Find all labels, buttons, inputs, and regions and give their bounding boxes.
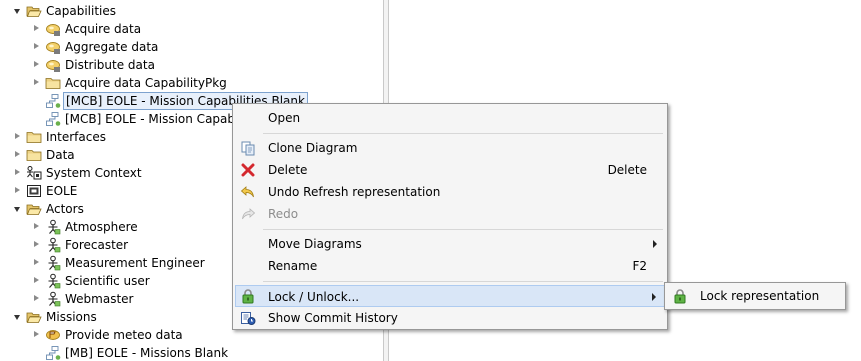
folder-open-icon [26, 204, 42, 215]
redo-icon [242, 208, 256, 220]
system-context-icon [26, 166, 42, 180]
tree-item-label: Data [46, 148, 75, 162]
submenu-arrow-icon [652, 293, 656, 301]
diagram-icon [46, 112, 61, 127]
tree-item-label: Acquire data CapabilityPkg [65, 76, 227, 90]
expand-toggle[interactable] [14, 9, 20, 14]
actor-icon [47, 291, 61, 307]
clone-icon [241, 141, 255, 156]
menu-item-move-diagrams[interactable]: Move Diagrams [235, 233, 665, 255]
folder-icon [45, 78, 61, 89]
tree-item-label: [MB] EOLE - Missions Blank [65, 346, 229, 360]
tree-item-label: Provide meteo data [65, 328, 183, 342]
capability-icon [46, 42, 61, 55]
menu-item-label: Undo Refresh representation [268, 185, 441, 199]
diagram-icon [46, 94, 61, 109]
tree-item-label: Interfaces [46, 130, 106, 144]
tree-item-label: Forecaster [65, 238, 129, 252]
tree-item-label: Actors [46, 202, 84, 216]
expand-toggle[interactable] [14, 207, 20, 212]
lock-icon [242, 289, 254, 304]
expand-toggle[interactable] [34, 43, 39, 49]
expand-toggle[interactable] [34, 277, 39, 283]
expand-toggle[interactable] [15, 187, 20, 193]
tree-item-label: Scientific user [65, 274, 150, 288]
expand-toggle[interactable] [14, 315, 20, 320]
menu-separator [263, 133, 663, 134]
menu-item-label: Delete [268, 163, 308, 177]
expand-toggle[interactable] [34, 79, 39, 85]
diagram-icon [46, 346, 61, 361]
menu-item-accelerator: Delete [607, 163, 647, 177]
tree-item-label: Distribute data [65, 58, 155, 72]
menu-item-undo-refresh-representation[interactable]: Undo Refresh representation [235, 181, 665, 203]
lock-unlock-submenu: Lock representation [664, 282, 846, 310]
menu-item-rename[interactable]: Rename F2 [235, 255, 665, 277]
actor-icon [47, 237, 61, 253]
menu-item-label: Move Diagrams [268, 237, 362, 251]
menu-item-label: Clone Diagram [268, 141, 358, 155]
tree-item-label: Capabilities [46, 4, 116, 18]
menu-item-show-commit-history[interactable]: Show Commit History [235, 307, 665, 329]
menu-item-label: Rename [268, 259, 318, 273]
tree-item-label: Atmosphere [65, 220, 138, 234]
tree-item-label: Measurement Engineer [65, 256, 205, 270]
delete-icon [241, 163, 255, 177]
menu-item-accelerator: F2 [632, 259, 647, 273]
actor-icon [47, 219, 61, 235]
menu-item-lock-representation[interactable]: Lock representation [667, 285, 843, 307]
expand-toggle[interactable] [34, 223, 39, 229]
folder-open-icon [26, 312, 42, 323]
tree-item-label: Webmaster [65, 292, 134, 306]
capability-icon [46, 60, 61, 73]
folder-icon [26, 132, 42, 143]
tree-item-label: Missions [46, 310, 97, 324]
folder-open-icon [26, 6, 42, 17]
expand-toggle[interactable] [34, 295, 39, 301]
menu-item-label: Open [268, 111, 301, 125]
undo-icon [240, 186, 254, 198]
capability-icon [46, 24, 61, 37]
lock-icon [674, 289, 686, 304]
expand-toggle[interactable] [15, 169, 20, 175]
expand-toggle[interactable] [15, 151, 20, 157]
tree-item-label: EOLE [46, 184, 78, 198]
expand-toggle[interactable] [15, 133, 20, 139]
menu-item-label: Lock / Unlock... [268, 290, 360, 304]
commit-history-icon [241, 312, 256, 325]
expand-toggle[interactable] [34, 25, 39, 31]
menu-separator [263, 229, 663, 230]
tree-item-label: System Context [46, 166, 142, 180]
expand-toggle[interactable] [34, 331, 39, 337]
menu-separator [263, 281, 663, 282]
submenu-arrow-icon [653, 240, 657, 248]
expand-toggle[interactable] [34, 61, 39, 67]
mission-icon [46, 330, 60, 340]
system-icon [27, 185, 41, 197]
menu-item-redo[interactable]: Redo [235, 203, 665, 225]
actor-icon [47, 255, 61, 271]
menu-item-label: Show Commit History [268, 311, 398, 325]
context-menu: Open Clone Diagram Delete Delete Undo Re… [232, 103, 668, 330]
folder-icon [26, 150, 42, 161]
actor-icon [47, 273, 61, 289]
menu-item-label: Lock representation [700, 289, 820, 303]
expand-toggle[interactable] [34, 259, 39, 265]
menu-item-clone-diagram[interactable]: Clone Diagram [235, 137, 665, 159]
menu-item-open[interactable]: Open [235, 107, 665, 129]
menu-item-lock-unlock[interactable]: Lock / Unlock... [235, 285, 665, 307]
tree-item-label: Aggregate data [65, 40, 159, 54]
expand-toggle[interactable] [34, 241, 39, 247]
menu-item-delete[interactable]: Delete Delete [235, 159, 665, 181]
menu-item-label: Redo [268, 207, 299, 221]
tree-item-label: Acquire data [65, 22, 142, 36]
